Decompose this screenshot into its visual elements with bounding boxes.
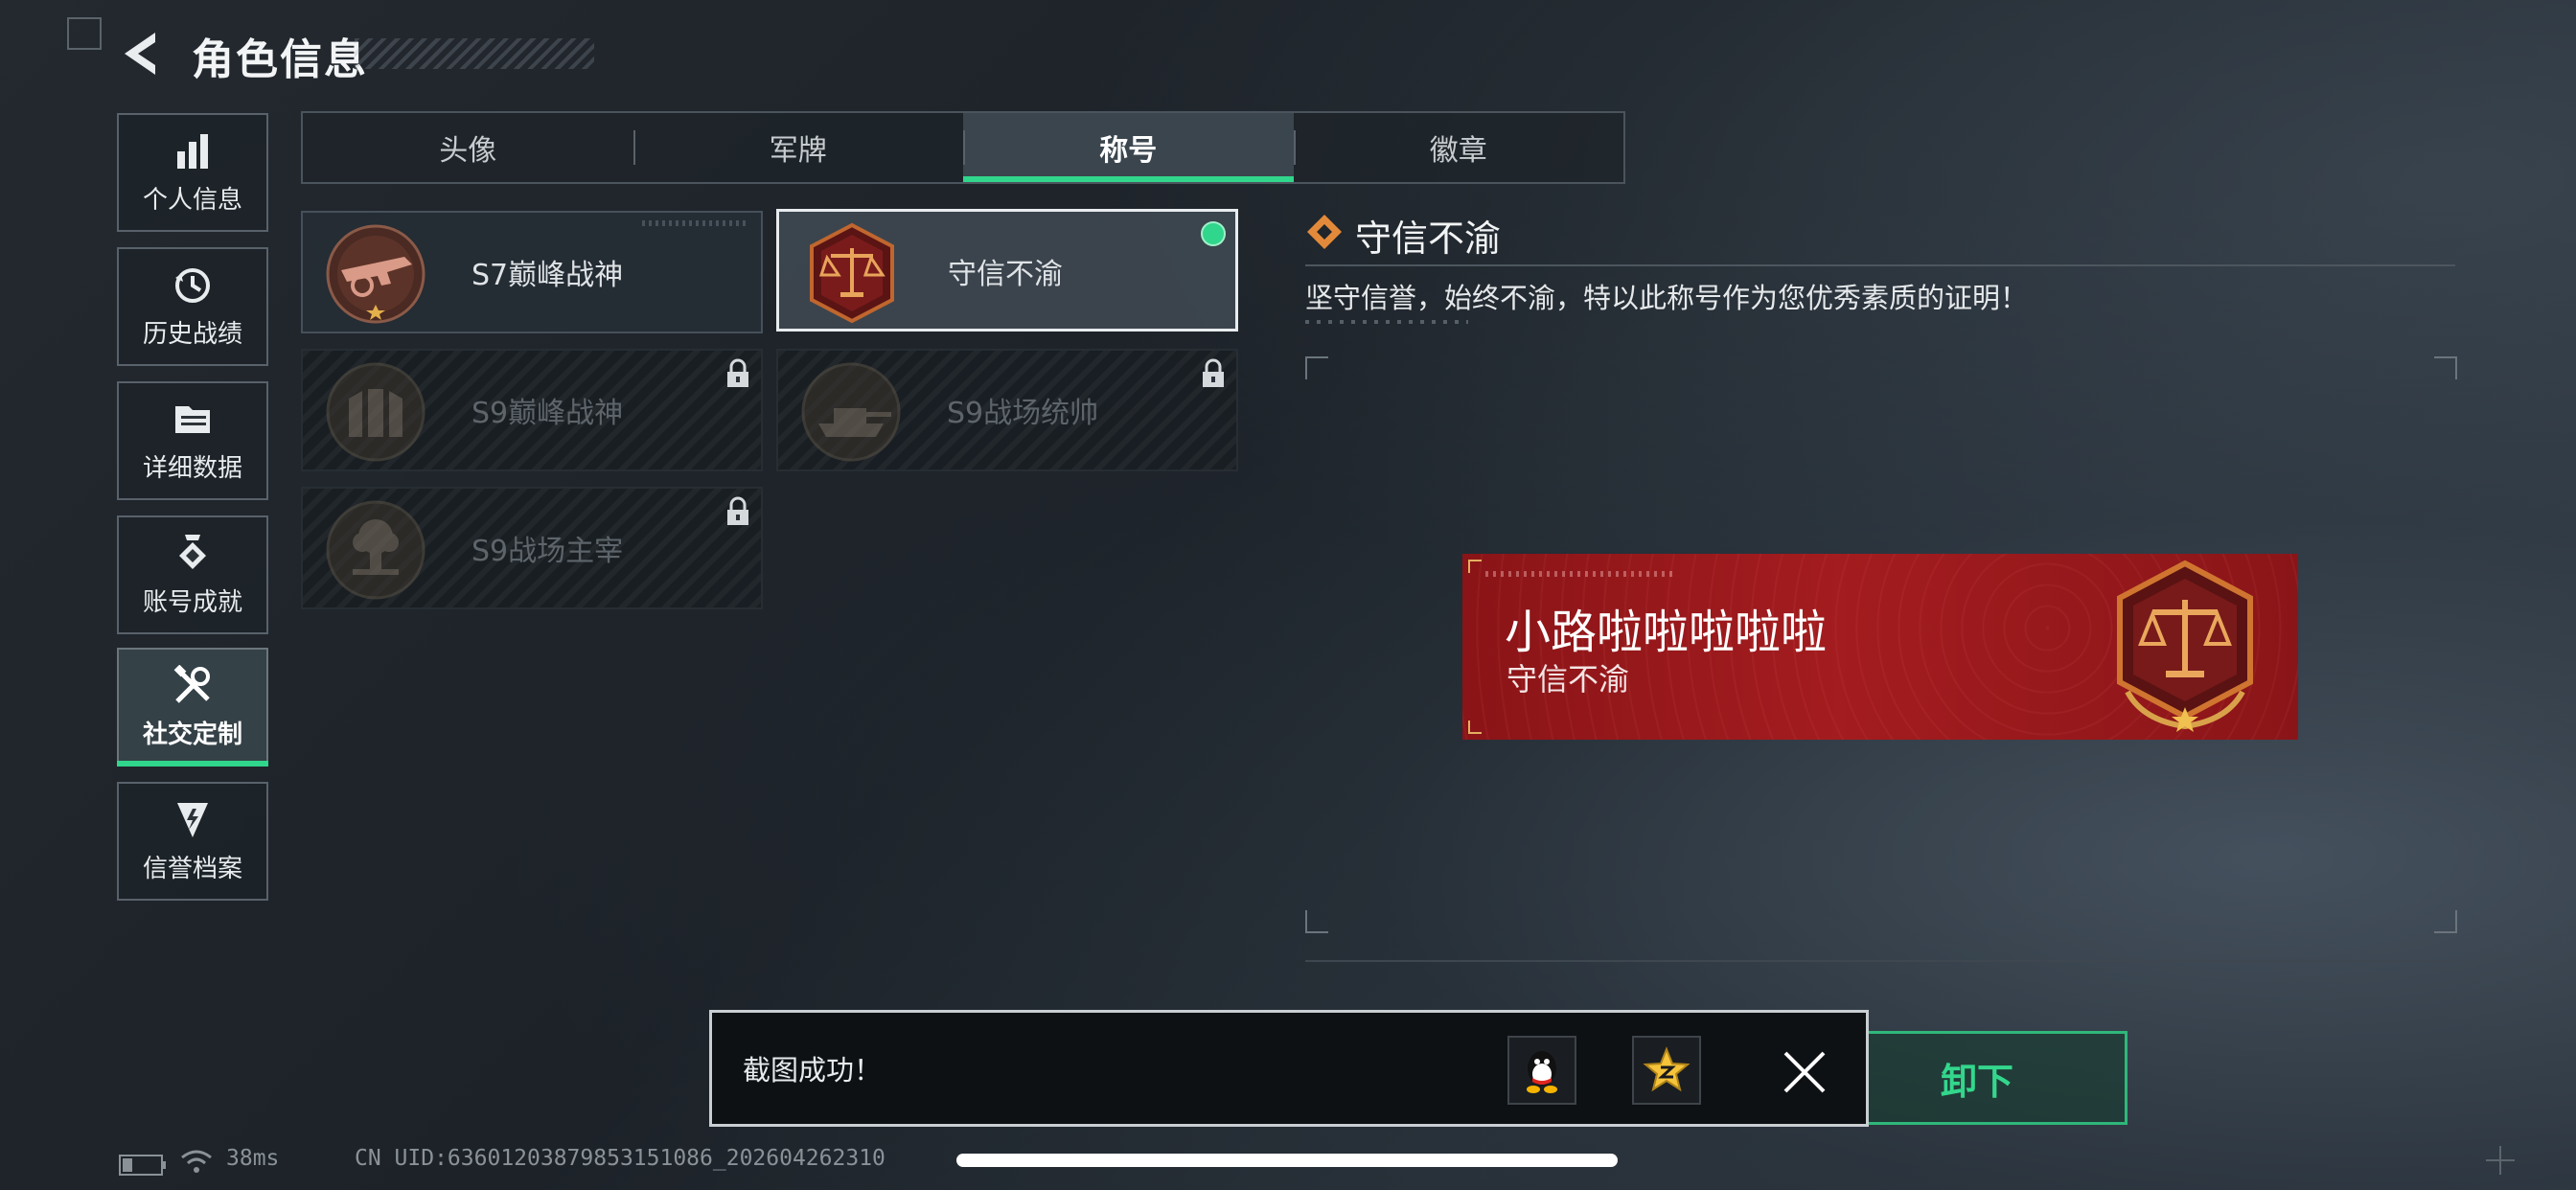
rifle-emblem-icon (326, 224, 426, 324)
toast-message: 截图成功！ (743, 1054, 883, 1087)
tab-bar: 头像 军牌 称号 徽章 (301, 111, 1625, 184)
plus-mark-icon (2486, 1146, 2515, 1175)
banner-player-name: 小路啦啦啦啦啦 (1505, 606, 1828, 659)
title-card-name: S9战场主宰 (472, 535, 624, 568)
title-card-s7-peak[interactable]: S7巅峰战神 (301, 211, 763, 333)
nav-active-indicator (117, 761, 268, 767)
nav-item-achievements[interactable]: 账号成就 (117, 515, 268, 634)
title-card-name: S7巅峰战神 (472, 259, 624, 292)
tools-icon (173, 664, 210, 703)
lock-icon (727, 496, 748, 525)
achievement-icon (179, 534, 206, 569)
scales-emblem-icon (2117, 560, 2253, 732)
nav-item-personal-info[interactable]: 个人信息 (117, 113, 268, 232)
diamond-icon (1307, 215, 1342, 249)
bar-chart-icon (177, 133, 208, 169)
folder-icon (175, 405, 210, 433)
scales-emblem-icon (810, 222, 894, 324)
screen-corner-box (67, 17, 102, 50)
history-icon (175, 267, 210, 303)
close-icon[interactable] (1782, 1049, 1828, 1095)
nav-item-history[interactable]: 历史战绩 (117, 247, 268, 366)
tab-badge[interactable]: 徽章 (1293, 113, 1624, 182)
title-card-s9-dominator[interactable]: S9战场主宰 (301, 487, 763, 609)
tab-avatar[interactable]: 头像 (303, 113, 633, 182)
page-title: 角色信息 (192, 35, 368, 84)
lock-icon (727, 358, 748, 387)
nav-item-reputation[interactable]: 信誉档案 (117, 782, 268, 901)
title-card-name: S9巅峰战神 (472, 397, 624, 430)
nav-label: 信誉档案 (142, 854, 242, 883)
nav-label: 详细数据 (142, 453, 242, 483)
title-card-s9-peak[interactable]: S9巅峰战神 (301, 349, 763, 471)
equipped-indicator (1201, 221, 1226, 246)
share-qq-button[interactable] (1507, 1036, 1576, 1105)
reputation-icon (177, 802, 208, 837)
nav-label: 社交定制 (142, 720, 242, 749)
home-indicator[interactable] (956, 1154, 1618, 1167)
detail-decoration (1305, 320, 1468, 324)
uid-text: CN UID:6360120387985315108​6_20260426231… (355, 1146, 886, 1171)
tab-dog-tag[interactable]: 军牌 (632, 113, 964, 182)
explosion-emblem-icon (326, 500, 426, 600)
qzone-icon (1643, 1046, 1690, 1092)
detail-divider (1305, 264, 2455, 266)
tab-title[interactable]: 称号 (963, 113, 1294, 182)
card-decoration (642, 220, 748, 226)
share-qzone-button[interactable] (1632, 1036, 1701, 1105)
latency-text: 38ms (226, 1146, 280, 1171)
banner-decoration (1485, 571, 1677, 577)
fortress-emblem-icon (326, 362, 426, 462)
nav-label: 历史战绩 (142, 319, 242, 349)
tank-emblem-icon (801, 362, 901, 462)
title-card-s9-commander[interactable]: S9战场统帅 (776, 349, 1238, 471)
nav-label: 个人信息 (142, 185, 242, 215)
lock-icon (1203, 358, 1224, 387)
nav-item-social-custom[interactable]: 社交定制 (117, 648, 268, 767)
detail-description: 坚守信誉，始终不渝，特以此称号作为您优秀素质的证明！ (1305, 282, 2029, 314)
screenshot-toast: 截图成功！ (709, 1010, 1869, 1127)
banner-title: 守信不渝 (1506, 661, 1630, 698)
title-decoration (355, 38, 594, 69)
battery-icon (119, 1155, 166, 1176)
title-card-name: S9战场统帅 (947, 397, 1099, 430)
nav-label: 账号成就 (142, 587, 242, 617)
nav-item-details[interactable]: 详细数据 (117, 381, 268, 500)
title-card-keep-faith[interactable]: 守信不渝 (776, 209, 1238, 332)
qq-icon (1527, 1051, 1557, 1093)
detail-title: 守信不渝 (1355, 217, 1502, 260)
back-arrow-icon[interactable] (117, 29, 163, 79)
wifi-icon (181, 1150, 212, 1173)
title-banner-preview: 小路啦啦啦啦啦 守信不渝 (1462, 554, 2298, 740)
title-card-name: 守信不渝 (948, 258, 1063, 291)
